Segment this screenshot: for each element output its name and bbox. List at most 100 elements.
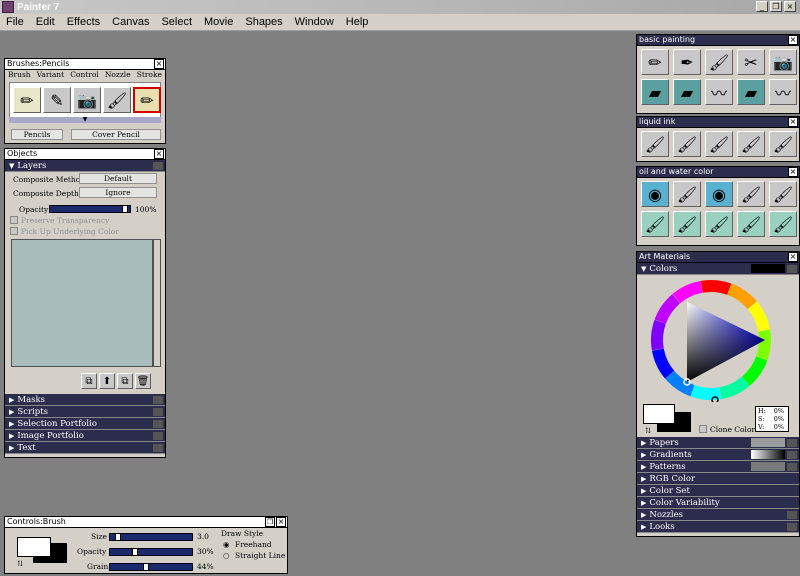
brush-category-field[interactable]: Pencils [11, 129, 63, 140]
color-variability-section-header[interactable]: ▶ Color Variability [637, 497, 799, 509]
close-icon[interactable]: × [276, 517, 286, 527]
restore-panel-icon[interactable]: ❐ [265, 517, 275, 527]
menu-canvas[interactable]: Canvas [109, 16, 152, 28]
trash-icon[interactable]: 🗑 [135, 373, 151, 389]
pencil-brush-icon[interactable]: ✏ [13, 87, 41, 113]
gradients-section-header[interactable]: ▶ Gradients [637, 449, 799, 461]
color-set-section-header[interactable]: ▶ Color Set [637, 485, 799, 497]
oil-brush-icon[interactable]: 🖌 [673, 181, 701, 207]
menu-edit[interactable]: Edit [33, 16, 58, 28]
composite-depth-field[interactable]: Ignore [79, 187, 157, 198]
size-slider[interactable] [109, 533, 193, 541]
looks-section-header[interactable]: ▶ Looks [637, 521, 799, 533]
image-portfolio-section-header[interactable]: ▶ Image Portfolio [5, 430, 165, 442]
oil-fan-brush-icon[interactable]: 🖌 [769, 181, 797, 207]
chalk-icon[interactable]: ▰ [641, 79, 669, 105]
swap-colors-icon[interactable]: ⇅ [645, 426, 651, 435]
cover-pencil-icon[interactable]: ✏ [133, 87, 161, 113]
brush-icon[interactable]: 🖌 [705, 49, 733, 75]
brush-drawer-handle[interactable]: ▼ [9, 117, 161, 123]
layer-adjust-icon[interactable]: ⧉ [81, 373, 97, 389]
text-section-header[interactable]: ▶ Text [5, 442, 165, 454]
layers-list-scrollbar[interactable] [153, 239, 161, 367]
ink-brush-icon-4[interactable]: 🖌 [737, 131, 765, 157]
slider-knob[interactable] [115, 533, 121, 541]
menu-help[interactable]: Help [343, 16, 372, 28]
selection-portfolio-section-header[interactable]: ▶ Selection Portfolio [5, 418, 165, 430]
oil-flat-brush-icon[interactable]: 🖌 [737, 181, 765, 207]
water-glass-icon-1[interactable]: 🖌 [641, 211, 669, 237]
close-icon[interactable]: × [788, 35, 798, 45]
close-button[interactable]: × [784, 1, 796, 12]
close-icon[interactable]: × [154, 59, 164, 69]
primary-color-swatch[interactable] [17, 537, 51, 557]
clone-color-checkbox[interactable] [699, 425, 707, 433]
nozzles-section-header[interactable]: ▶ Nozzles [637, 509, 799, 521]
rgb-color-section-header[interactable]: ▶ RGB Color [637, 473, 799, 485]
pen-icon[interactable]: ✒ [673, 49, 701, 75]
masks-section-header[interactable]: ▶ Masks [5, 394, 165, 406]
color-wheel[interactable] [649, 278, 773, 402]
colors-section-header[interactable]: ▼ Colors [637, 263, 799, 275]
minimize-button[interactable]: _ [756, 1, 768, 12]
layer-drop-icon[interactable]: ⬆ [99, 373, 115, 389]
layers-section-header[interactable]: ▼ Layers [5, 160, 165, 172]
menu-select[interactable]: Select [158, 16, 195, 28]
menu-shapes[interactable]: Shapes [242, 16, 285, 28]
slider-knob[interactable] [143, 563, 149, 571]
brush-variant-field[interactable]: Cover Pencil [71, 129, 161, 140]
water-glass-icon-2[interactable]: 🖌 [673, 211, 701, 237]
oil-blob-icon-2[interactable]: ◉ [705, 181, 733, 207]
tab-variant[interactable]: Variant [37, 70, 65, 80]
patterns-section-header[interactable]: ▶ Patterns [637, 461, 799, 473]
layer-opacity-slider[interactable] [49, 205, 131, 213]
water-glass-icon-4[interactable]: 🖌 [737, 211, 765, 237]
tab-brush[interactable]: Brush [8, 70, 31, 80]
menu-file[interactable]: File [3, 16, 27, 28]
scripts-section-header[interactable]: ▶ Scripts [5, 406, 165, 418]
menu-window[interactable]: Window [292, 16, 337, 28]
close-icon[interactable]: × [154, 149, 164, 159]
new-layer-icon[interactable]: ⧉ [117, 373, 133, 389]
camera-icon[interactable]: 📷 [769, 49, 797, 75]
freehand-radio[interactable]: ◉ [223, 540, 230, 549]
menu-movie[interactable]: Movie [201, 16, 236, 28]
pick-up-underlying-checkbox[interactable] [10, 227, 18, 235]
close-icon[interactable]: × [788, 252, 798, 262]
water-glass-icon-3[interactable]: 🖌 [705, 211, 733, 237]
controls-brush-panel: Controls:Brush ❐ × ⇅ Size 3.0 Opacity 30% … [4, 516, 288, 574]
layers-list[interactable] [11, 239, 153, 367]
ink-brush-icon-2[interactable]: 🖌 [673, 131, 701, 157]
swap-colors-icon[interactable]: ⇅ [17, 559, 23, 568]
ink-brush-icon-5[interactable]: 🖌 [769, 131, 797, 157]
knife-icon[interactable]: ✂ [737, 49, 765, 75]
pencil-icon[interactable]: ✏ [641, 49, 669, 75]
preserve-transparency-checkbox[interactable] [10, 216, 18, 224]
opacity-slider[interactable] [109, 548, 193, 556]
grain-slider[interactable] [109, 563, 193, 571]
blender-icon[interactable]: 〰 [769, 79, 797, 105]
oil-blob-icon[interactable]: ◉ [641, 181, 669, 207]
water-icon[interactable]: 〰 [705, 79, 733, 105]
close-icon[interactable]: × [788, 117, 798, 127]
menu-effects[interactable]: Effects [64, 16, 103, 28]
papers-section-header[interactable]: ▶ Papers [637, 437, 799, 449]
tab-stroke[interactable]: Stroke [137, 70, 162, 80]
composite-method-field[interactable]: Default [79, 173, 157, 184]
paintbrush-icon[interactable]: 🖌 [103, 87, 131, 113]
charcoal-icon[interactable]: ▰ [737, 79, 765, 105]
marker-icon[interactable]: ▰ [673, 79, 701, 105]
primary-color-swatch[interactable] [643, 404, 675, 424]
water-glass-icon-5[interactable]: 🖌 [769, 211, 797, 237]
airbrush-icon[interactable]: ✎ [43, 87, 71, 113]
slider-knob[interactable] [132, 548, 138, 556]
close-icon[interactable]: × [788, 167, 798, 177]
straight-line-radio[interactable]: ○ [223, 551, 230, 560]
ink-brush-icon-1[interactable]: 🖌 [641, 131, 669, 157]
camera-icon[interactable]: 📷 [73, 87, 101, 113]
ink-brush-icon-3[interactable]: 🖌 [705, 131, 733, 157]
tab-nozzle[interactable]: Nozzle [105, 70, 131, 80]
tab-control[interactable]: Control [70, 70, 99, 80]
restore-button[interactable]: ❐ [770, 1, 782, 12]
slider-knob[interactable] [122, 205, 128, 213]
